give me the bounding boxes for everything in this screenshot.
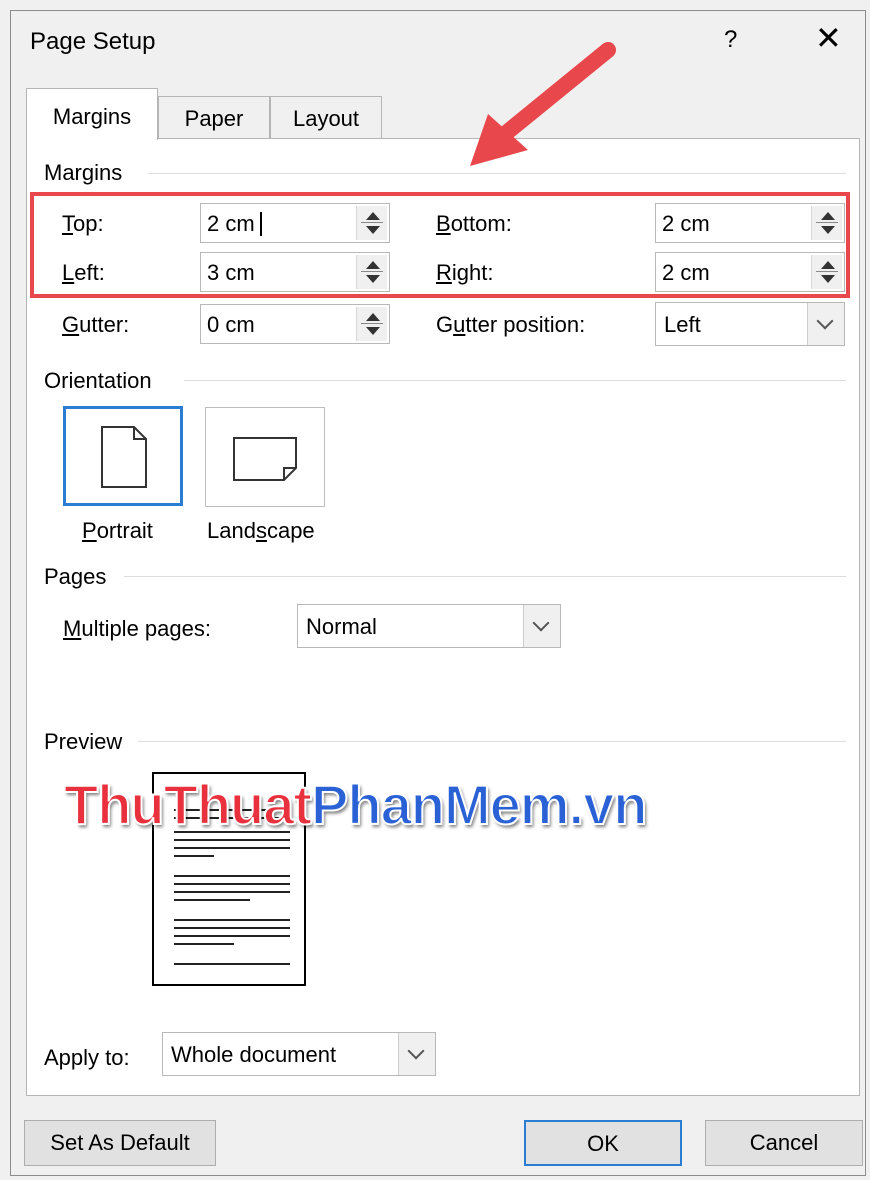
gutter-position-select[interactable]: Left bbox=[655, 302, 845, 346]
chevron-down-icon[interactable] bbox=[807, 303, 844, 345]
tab-margins[interactable]: Margins bbox=[26, 88, 158, 140]
landscape-option[interactable] bbox=[205, 407, 325, 507]
landscape-page-icon bbox=[233, 437, 297, 481]
margins-section-title: Margins bbox=[44, 160, 123, 185]
portrait-label: Portrait bbox=[82, 518, 153, 543]
section-divider bbox=[124, 576, 846, 577]
multiple-pages-value: Normal bbox=[306, 614, 377, 639]
gutter-position-label: Gutter position: bbox=[436, 312, 586, 337]
tab-layout[interactable]: Layout bbox=[270, 96, 382, 138]
dialog-title: Page Setup bbox=[30, 28, 156, 55]
highlight-box bbox=[30, 192, 850, 298]
gutter-label: Gutter: bbox=[62, 312, 130, 337]
portrait-page-icon bbox=[101, 426, 147, 488]
gutter-spinner[interactable]: 0 cm bbox=[200, 304, 390, 344]
gutter-position-value: Left bbox=[664, 312, 701, 337]
section-divider bbox=[138, 741, 846, 742]
cancel-button[interactable]: Cancel bbox=[705, 1120, 863, 1166]
preview-section-title: Preview bbox=[44, 729, 123, 754]
spinner-arrows[interactable] bbox=[356, 307, 387, 341]
chevron-down-icon[interactable] bbox=[398, 1033, 435, 1075]
annotation-arrow bbox=[470, 42, 616, 166]
chevron-down-icon[interactable] bbox=[523, 605, 560, 647]
section-divider bbox=[184, 380, 846, 381]
apply-to-value: Whole document bbox=[171, 1042, 337, 1067]
ok-button[interactable]: OK bbox=[524, 1120, 682, 1166]
landscape-label: Landscape bbox=[207, 518, 315, 543]
multiple-pages-label: Multiple pages: bbox=[63, 616, 211, 641]
multiple-pages-select[interactable]: Normal bbox=[297, 604, 561, 648]
help-button[interactable]: ? bbox=[724, 26, 737, 54]
portrait-option[interactable] bbox=[63, 406, 183, 506]
close-icon[interactable]: ✕ bbox=[815, 22, 842, 54]
set-as-default-button[interactable]: Set As Default bbox=[24, 1120, 216, 1166]
watermark-logo: ThuThuatPhanMem.vn bbox=[63, 772, 648, 837]
apply-to-label: Apply to: bbox=[44, 1045, 130, 1070]
apply-to-select[interactable]: Whole document bbox=[162, 1032, 436, 1076]
orientation-section-title: Orientation bbox=[44, 368, 152, 393]
tab-paper[interactable]: Paper bbox=[158, 96, 270, 138]
pages-section-title: Pages bbox=[44, 564, 107, 589]
gutter-value[interactable]: 0 cm bbox=[207, 312, 255, 338]
